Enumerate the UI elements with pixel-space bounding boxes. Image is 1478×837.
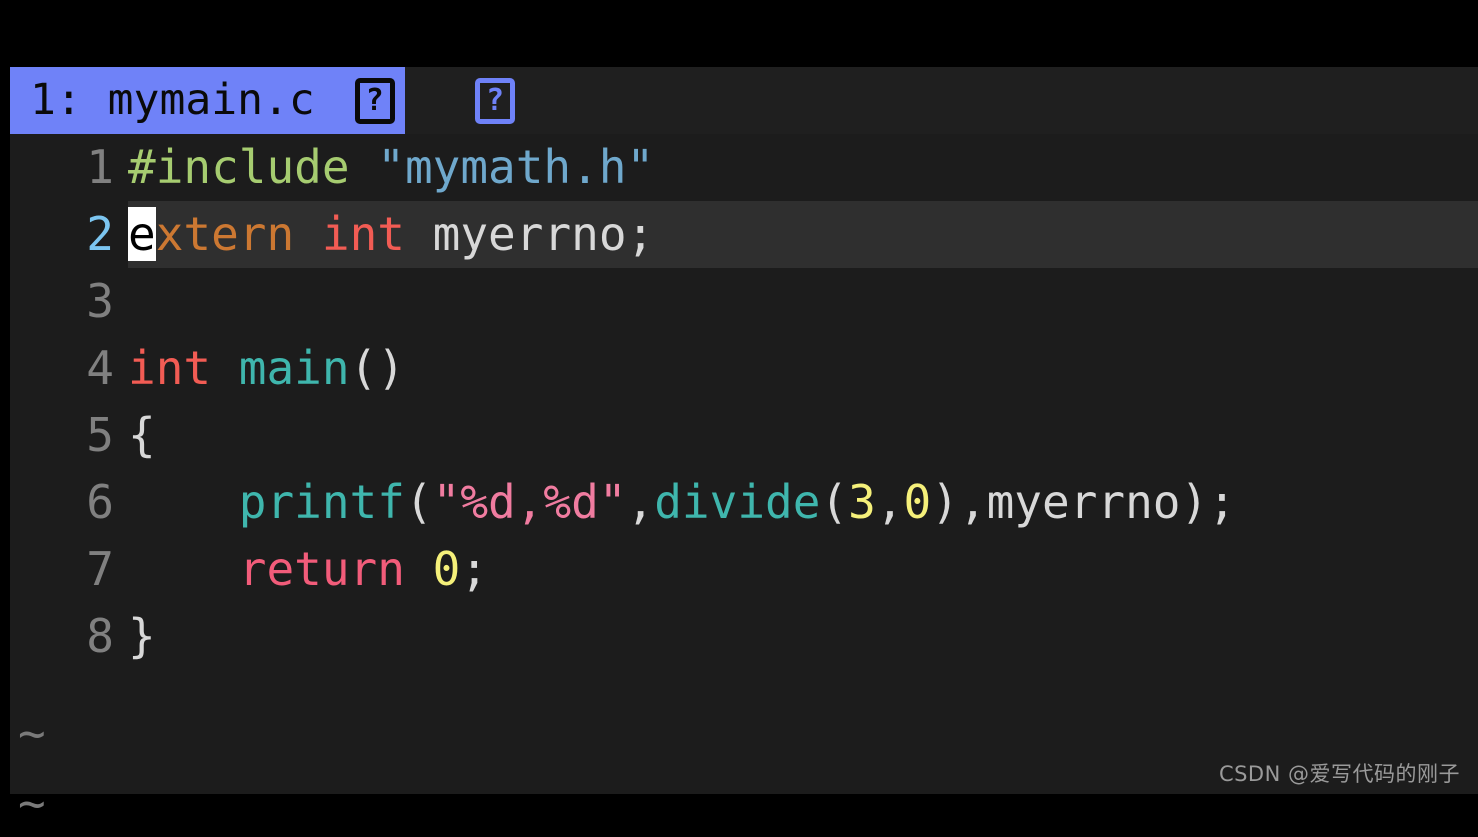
code-area[interactable]: 1 #include "mymath.h" 2 extern int myerrno;… bbox=[10, 134, 1478, 794]
code-token: xtern bbox=[155, 207, 322, 261]
empty-line-marker: ~ bbox=[18, 776, 46, 830]
line-number: 3 bbox=[86, 274, 114, 328]
code-line[interactable]: 5{ bbox=[10, 402, 1478, 469]
code-line[interactable]: 1 #include "mymath.h" bbox=[10, 134, 1478, 201]
text-cursor: e bbox=[128, 207, 156, 261]
vim-tabline: 1: mymain.c ? ? bbox=[10, 67, 1478, 134]
code-token: , bbox=[626, 475, 655, 529]
line-number: 8 bbox=[86, 609, 114, 663]
code-line-text: { bbox=[128, 402, 156, 469]
code-token: } bbox=[128, 609, 156, 663]
code-token: myerrno; bbox=[404, 207, 655, 261]
code-token: ( bbox=[820, 475, 849, 529]
code-token: ( bbox=[404, 475, 433, 529]
code-line-text: extern int myerrno; bbox=[128, 201, 654, 268]
code-token: "mymath.h" bbox=[377, 140, 655, 194]
code-token: #include bbox=[128, 140, 378, 194]
code-line[interactable]: 3 bbox=[10, 268, 1478, 335]
screen: 1: mymain.c ? ? 1 #include "mymath.h" 2 ext… bbox=[0, 0, 1478, 830]
line-number: 5 bbox=[86, 408, 114, 462]
code-token: 0 bbox=[903, 475, 932, 529]
code-token: 0 bbox=[432, 542, 461, 596]
csdn-watermark: CSDN @爱写代码的刚子 bbox=[1218, 762, 1460, 786]
code-token: int bbox=[128, 341, 239, 395]
code-token: int bbox=[321, 207, 405, 261]
code-token: main bbox=[238, 341, 350, 395]
code-token: printf bbox=[238, 475, 405, 529]
tab-mymain-c[interactable]: 1: mymain.c ? bbox=[10, 67, 405, 134]
code-token: , bbox=[875, 475, 904, 529]
tab-label: 1: mymain.c bbox=[30, 75, 341, 125]
code-line-text: int main() bbox=[128, 335, 405, 402]
code-token: divide bbox=[654, 475, 821, 529]
code-line[interactable]: 6 printf("%d,%d",divide(3,0),myerrno); bbox=[10, 469, 1478, 536]
code-token: { bbox=[128, 408, 156, 462]
line-number: 1 bbox=[86, 140, 114, 194]
code-line-text: } bbox=[128, 603, 156, 670]
missing-glyph-overflow-icon: ? bbox=[475, 78, 515, 124]
line-number: 7 bbox=[86, 542, 114, 596]
code-line[interactable]: 8} bbox=[10, 603, 1478, 670]
code-token: 3 bbox=[848, 475, 876, 529]
missing-glyph-icon: ? bbox=[354, 77, 395, 124]
code-token: ),myerrno); bbox=[931, 475, 1236, 529]
code-line-text: return 0; bbox=[128, 536, 488, 603]
code-token: return bbox=[238, 542, 433, 596]
code-line-text: #include "mymath.h" bbox=[128, 134, 654, 201]
code-line[interactable]: 7 return 0; bbox=[10, 536, 1478, 603]
code-token: () bbox=[349, 341, 405, 395]
terminal-editor-surface: 1: mymain.c ? ? 1 #include "mymath.h" 2 ext… bbox=[10, 67, 1478, 830]
empty-line-marker: ~ bbox=[18, 706, 46, 760]
line-number: 6 bbox=[86, 475, 114, 529]
code-line[interactable]: 4 int main() bbox=[10, 335, 1478, 402]
line-number: 2 bbox=[86, 207, 114, 261]
code-line-text: printf("%d,%d",divide(3,0),myerrno); bbox=[128, 469, 1236, 536]
code-line[interactable]: 2 extern int myerrno; bbox=[10, 201, 1478, 268]
line-number: 4 bbox=[86, 341, 114, 395]
code-token: ; bbox=[460, 542, 489, 596]
code-token: "%d,%d" bbox=[432, 475, 627, 529]
